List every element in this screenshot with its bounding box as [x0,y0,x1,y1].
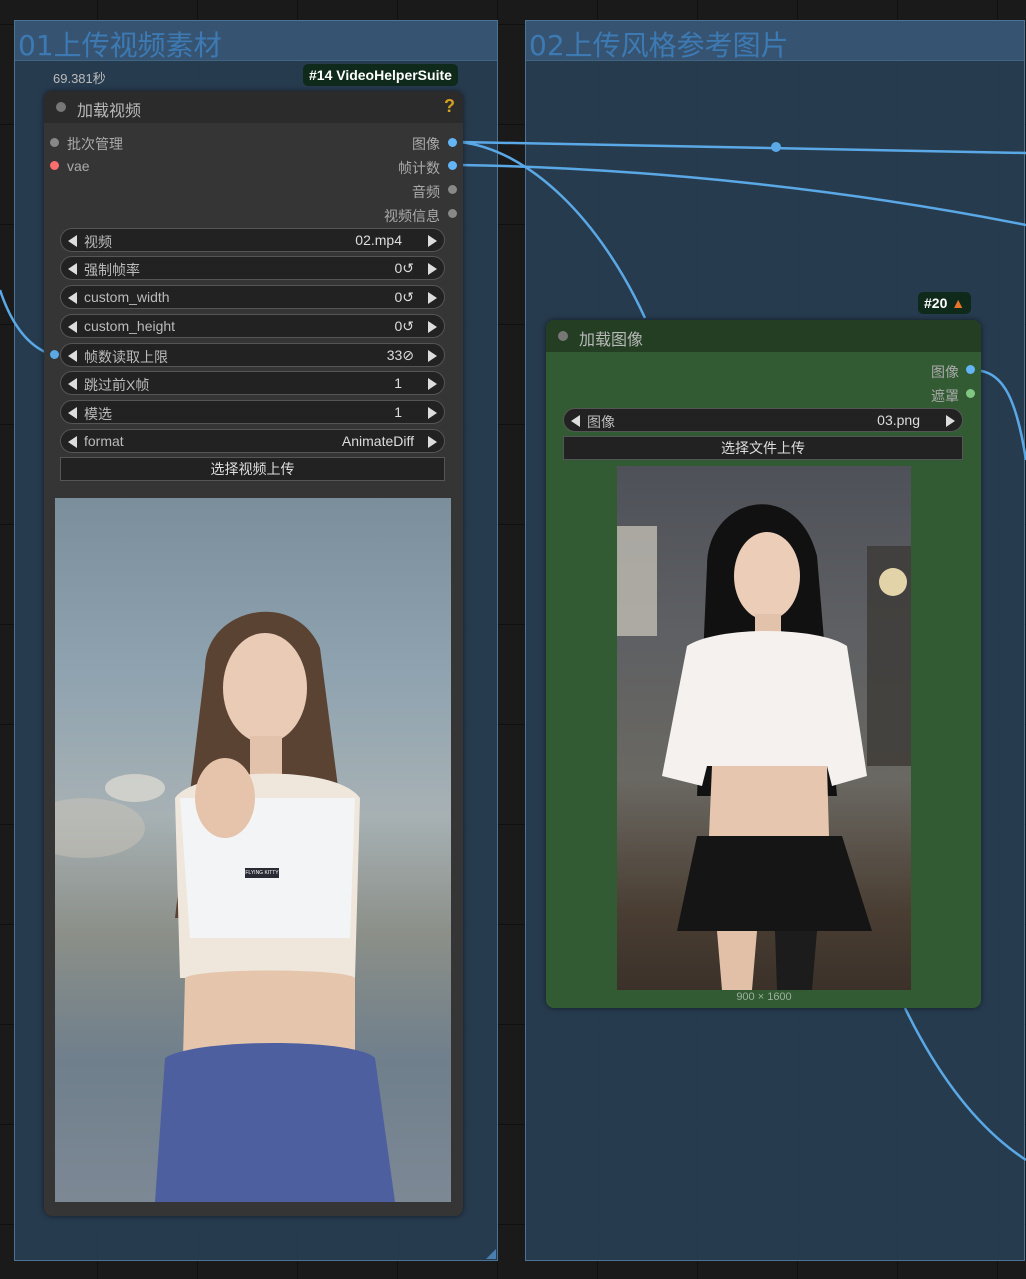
increment-arrow-icon[interactable] [428,235,437,247]
widget-value: 33⊘ [386,347,414,363]
wire-node20-image [974,368,1026,461]
wire-reroute-dot [771,142,781,152]
widget-format[interactable]: format AnimateDiff [60,429,445,453]
output-label-audio: 音频 [412,184,440,200]
execution-time: 69.381秒 [53,71,106,86]
widget-select-every-nth[interactable]: 模选 1 [60,400,445,424]
input-label-batch: 批次管理 [67,136,123,152]
output-slot-audio[interactable] [448,185,457,194]
increment-arrow-icon[interactable] [428,436,437,448]
shirt-print: FLYING KITTY [245,870,279,876]
decrement-arrow-icon[interactable] [68,436,77,448]
input-slot-vae[interactable] [50,161,59,170]
decrement-arrow-icon[interactable] [571,415,580,427]
widget-label: custom_width [84,289,170,305]
wire-bottom [903,1007,1026,1162]
widget-value: 0↺ [394,260,414,276]
widget-input-slot[interactable] [50,350,59,359]
node-badge: #14 VideoHelperSuite [303,64,458,86]
upload-file-button[interactable]: 选择文件上传 [563,436,963,460]
widget-custom-width[interactable]: custom_width 0↺ [60,285,445,309]
widget-label: 图像 [587,414,615,430]
fox-icon: ▲ [951,295,966,311]
decrement-arrow-icon[interactable] [68,321,77,333]
node-id: #20 [924,295,948,311]
widget-force-rate[interactable]: 强制帧率 0↺ [60,256,445,280]
input-label-vae: vae [67,158,90,174]
widget-label: 模选 [84,406,112,422]
wire-image-out [459,140,1026,155]
increment-arrow-icon[interactable] [428,407,437,419]
widget-value: 03.png [877,412,920,428]
video-preview: FLYING KITTY [55,498,451,1202]
widget-value: AnimateDiff [341,433,414,449]
collapse-dot[interactable] [56,102,66,112]
video-preview-figure [55,611,395,1202]
output-slot-videoinfo[interactable] [448,209,457,218]
decrement-arrow-icon[interactable] [68,407,77,419]
node-title-bar[interactable]: 加载图像 [546,320,981,352]
output-label-videoinfo: 视频信息 [384,208,440,224]
widget-value: 0↺ [394,318,414,334]
widget-custom-height[interactable]: custom_height 0↺ [60,314,445,338]
widget-value: 02.mp4 [355,232,402,248]
widget-label: 强制帧率 [84,262,140,278]
wire-left-in [0,289,51,356]
node-title: 加载视频 [77,103,142,120]
node-title: 加载图像 [579,332,644,349]
collapse-dot[interactable] [558,331,568,341]
output-label-image: 图像 [931,364,959,380]
widget-value: 0↺ [394,289,414,305]
increment-arrow-icon[interactable] [946,415,955,427]
decrement-arrow-icon[interactable] [68,263,77,275]
image-dimensions: 900 × 1600 [736,991,792,1003]
widget-image-file[interactable]: 图像 03.png [563,408,963,432]
increment-arrow-icon[interactable] [428,321,437,333]
widget-label: format [84,433,124,449]
input-slot-batch[interactable] [50,138,59,147]
node-title-bar[interactable]: 加载视频 ? [44,91,463,123]
widget-value: 1 [394,404,402,420]
decrement-arrow-icon[interactable] [68,292,77,304]
output-slot-image[interactable] [966,365,975,374]
output-label-mask: 遮罩 [931,388,959,404]
widget-label: custom_height [84,318,176,334]
widget-label: 视频 [84,234,112,250]
node-badge: #20 ▲ [918,292,972,314]
decrement-arrow-icon[interactable] [68,235,77,247]
output-slot-framecount[interactable] [448,161,457,170]
image-preview [617,466,911,990]
output-label-image: 图像 [412,136,440,152]
widget-label: 帧数读取上限 [84,349,168,365]
widget-skip-first-frames[interactable]: 跳过前X帧 1 [60,371,445,395]
widget-value: 1 [394,375,402,391]
image-preview-figure [617,504,911,990]
increment-arrow-icon[interactable] [428,378,437,390]
wire-framecount [459,163,1026,227]
increment-arrow-icon[interactable] [428,292,437,304]
output-slot-image[interactable] [448,138,457,147]
decrement-arrow-icon[interactable] [68,378,77,390]
widget-video[interactable]: 视频 02.mp4 [60,228,445,252]
widget-label: 跳过前X帧 [84,377,150,393]
increment-arrow-icon[interactable] [428,350,437,362]
widget-frame-load-cap[interactable]: 帧数读取上限 33⊘ [60,343,445,367]
upload-video-button[interactable]: 选择视频上传 [60,457,445,481]
decrement-arrow-icon[interactable] [68,350,77,362]
help-icon[interactable]: ? [444,96,455,117]
output-label-framecount: 帧计数 [398,160,440,176]
output-slot-mask[interactable] [966,389,975,398]
increment-arrow-icon[interactable] [428,263,437,275]
